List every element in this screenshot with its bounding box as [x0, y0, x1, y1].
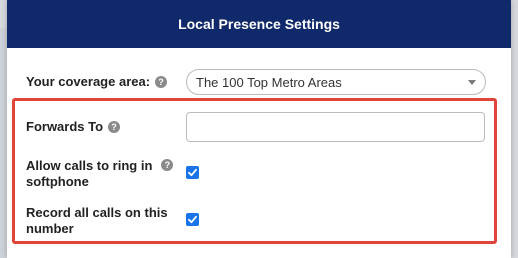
modal-title: Local Presence Settings — [178, 16, 340, 32]
checkmark-icon — [188, 168, 197, 177]
softphone-label-line1: Allow calls to ring in — [26, 158, 153, 173]
local-presence-modal: Local Presence Settings Your coverage ar… — [7, 0, 511, 258]
coverage-label: Your coverage area: — [26, 74, 151, 89]
softphone-checkbox[interactable] — [186, 166, 199, 179]
softphone-help-icon[interactable]: ? — [161, 159, 174, 171]
record-label-line1: Record all calls on this — [26, 205, 168, 220]
record-label-line2: number — [26, 221, 74, 236]
record-label: Record all calls on this number — [26, 205, 168, 237]
checkmark-icon — [188, 215, 197, 224]
modal-header: Local Presence Settings — [7, 0, 511, 48]
softphone-label: Allow calls to ring in softphone — [26, 158, 152, 190]
coverage-select[interactable]: The 100 Top Metro Areas — [186, 69, 486, 95]
record-checkbox[interactable] — [186, 213, 199, 226]
forwards-label: Forwards To — [26, 119, 104, 134]
softphone-label-line2: softphone — [26, 174, 89, 189]
forwards-input[interactable] — [186, 112, 485, 142]
chevron-down-icon — [468, 80, 476, 85]
softphone-row: Allow calls to ring in softphone ? — [26, 158, 174, 190]
forwards-row: Forwards To ? — [26, 119, 121, 135]
coverage-help-icon[interactable]: ? — [155, 76, 168, 88]
coverage-selected-value: The 100 Top Metro Areas — [196, 74, 342, 90]
record-row: Record all calls on this number — [26, 205, 168, 237]
forwards-help-icon[interactable]: ? — [108, 121, 121, 133]
coverage-row: Your coverage area: ? — [26, 74, 168, 90]
